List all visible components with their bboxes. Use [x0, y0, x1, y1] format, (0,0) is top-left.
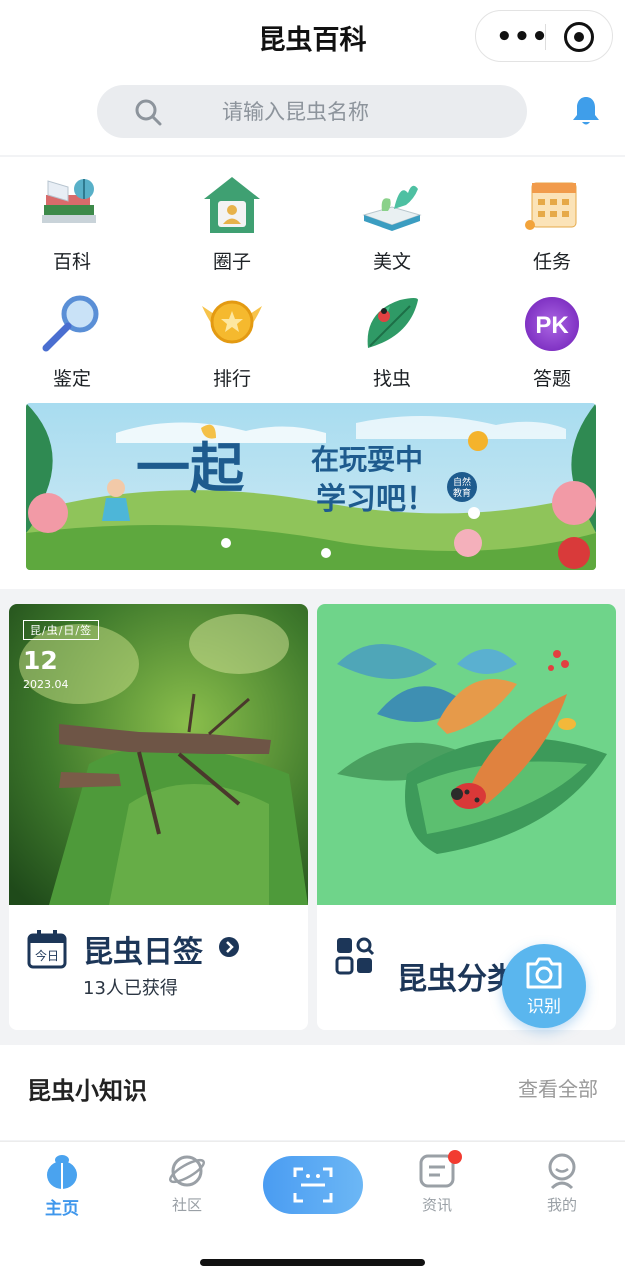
- scan-button[interactable]: [263, 1156, 363, 1214]
- scan-icon: [293, 1167, 333, 1203]
- view-all-link[interactable]: 查看全部: [518, 1073, 598, 1102]
- category-title: 昆虫分类: [397, 962, 517, 997]
- header: 昆虫百科 •••: [0, 0, 625, 155]
- leaf-ladybug-illustration: [317, 604, 616, 905]
- pk-badge-icon: PK: [525, 297, 579, 351]
- svg-text:学习吧！: 学习吧！: [316, 482, 436, 516]
- svg-text:教育: 教育: [453, 487, 471, 498]
- grid-label: 鉴定: [52, 368, 91, 390]
- tab-label: 主页: [45, 1199, 79, 1219]
- close-target-icon[interactable]: [564, 22, 594, 52]
- tab-label: 我的: [546, 1196, 577, 1214]
- grid-label: 圈子: [212, 251, 251, 273]
- daily-subtitle: 13人已获得: [83, 978, 178, 999]
- more-icon[interactable]: •••: [496, 22, 549, 52]
- encyclopedia-books-icon: [42, 179, 96, 223]
- svg-text:自然: 自然: [453, 476, 471, 487]
- grid-item-find-insect[interactable]: 找虫: [337, 292, 447, 402]
- daily-day: 12: [23, 646, 58, 675]
- section-title: 昆虫小知识: [27, 1077, 147, 1105]
- notification-dot: [448, 1150, 462, 1164]
- svg-text:PK: PK: [535, 312, 569, 339]
- grid-label: 任务: [532, 251, 571, 273]
- community-house-icon: [204, 177, 260, 233]
- chevron-right-icon[interactable]: [219, 937, 239, 957]
- grid-label: 答题: [532, 368, 571, 390]
- capsule-divider: [545, 24, 546, 50]
- grid-item-ranking[interactable]: 排行: [177, 292, 287, 402]
- grid-label: 排行: [212, 368, 251, 390]
- open-book-plant-icon: [362, 185, 422, 231]
- mini-program-capsule: •••: [475, 10, 613, 62]
- promo-banner[interactable]: 一起 在玩耍中 学习吧！ 自然 教育: [26, 403, 596, 570]
- daily-sign-card[interactable]: 昆/虫/日/签 12 2023.04 今日 昆虫日签 13人已获得: [9, 604, 308, 1030]
- search-bar[interactable]: [97, 85, 527, 138]
- grid-label: 美文: [372, 251, 411, 273]
- search-icon: [135, 99, 162, 126]
- identify-fab[interactable]: 识别: [502, 944, 586, 1028]
- beetle-home-icon: [47, 1155, 77, 1189]
- grid-label: 找虫: [372, 368, 411, 390]
- magnifier-icon: [42, 295, 99, 352]
- grid-item-identify[interactable]: 鉴定: [17, 292, 127, 402]
- grid-item-tasks[interactable]: 任务: [497, 175, 607, 285]
- search-input[interactable]: [222, 85, 502, 138]
- grid-item-quiz[interactable]: PK 答题: [497, 292, 607, 402]
- bell-icon[interactable]: [571, 95, 601, 127]
- tab-profile[interactable]: 我的: [522, 1152, 602, 1222]
- daily-year-month: 2023.04: [23, 678, 69, 691]
- leaf-ladybug-icon: [367, 298, 418, 348]
- planet-icon: [169, 1155, 205, 1187]
- tips-section: 昆虫小知识 查看全部: [0, 1045, 625, 1140]
- banner-illustration: 一起 在玩耍中 学习吧！ 自然 教育: [26, 403, 596, 570]
- calendar-icon: 今日: [27, 930, 67, 969]
- svg-text:今日: 今日: [35, 948, 59, 963]
- grid-item-circle[interactable]: 圈子: [177, 175, 287, 285]
- grid-item-encyclopedia[interactable]: 百科: [17, 175, 127, 285]
- profile-icon: [548, 1153, 576, 1190]
- feature-grid: 百科 圈子 美文 任务 鉴定 排行 找虫 PK 答题 一起 在玩耍中 学习吧！ …: [0, 157, 625, 589]
- identify-label: 识别: [527, 997, 561, 1017]
- tab-label: 社区: [171, 1196, 202, 1214]
- tab-label: 资讯: [421, 1196, 452, 1214]
- grid-label: 百科: [52, 251, 91, 273]
- svg-text:在玩耍中: 在玩耍中: [311, 444, 423, 475]
- gold-medal-icon: [202, 300, 262, 344]
- camera-icon: [526, 957, 562, 989]
- tab-news[interactable]: 资讯: [397, 1152, 477, 1222]
- calendar-task-icon: [525, 182, 577, 230]
- category-grid-icon: [335, 937, 375, 975]
- grid-item-articles[interactable]: 美文: [337, 175, 447, 285]
- home-indicator: [200, 1259, 425, 1266]
- svg-text:一起: 一起: [136, 439, 245, 499]
- daily-title: 昆虫日签: [83, 935, 203, 970]
- daily-stamp: 昆/虫/日/签: [23, 620, 100, 640]
- tab-community[interactable]: 社区: [147, 1152, 227, 1222]
- tab-home[interactable]: 主页: [22, 1152, 102, 1222]
